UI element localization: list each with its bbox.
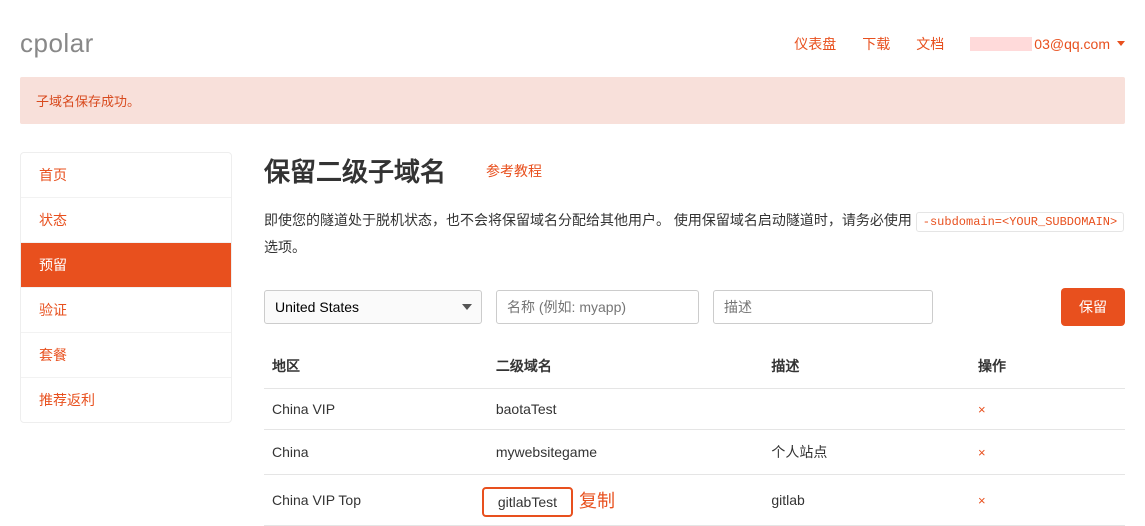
chevron-down-icon: [1117, 41, 1125, 46]
nav-docs[interactable]: 文档: [916, 34, 944, 54]
sidebar: 首页状态预留验证套餐推荐返利: [20, 152, 232, 423]
alert-success: 子域名保存成功。: [20, 77, 1125, 124]
subdomain-table: 地区 二级域名 描述 操作 China VIPbaotaTest×Chinamy…: [264, 344, 1125, 526]
nav-dashboard[interactable]: 仪表盘: [794, 34, 836, 54]
sidebar-item-2[interactable]: 预留: [21, 243, 231, 288]
th-action: 操作: [970, 344, 1125, 389]
description: 即使您的隧道处于脱机状态，也不会将保留域名分配给其他用户。 使用保留域名启动隧道…: [264, 207, 1125, 260]
save-button[interactable]: 保留: [1061, 288, 1125, 326]
code-chip: -subdomain=<YOUR_SUBDOMAIN>: [916, 212, 1124, 232]
sidebar-item-1[interactable]: 状态: [21, 198, 231, 243]
desc-text-after: 选项。: [264, 239, 306, 255]
cell-action: ×: [970, 475, 1125, 526]
cell-subdomain: gitlabTest复制: [488, 475, 764, 526]
help-link[interactable]: 参考教程: [486, 161, 542, 181]
delete-button[interactable]: ×: [978, 445, 986, 460]
brand-logo: cpolar: [20, 28, 94, 59]
highlight-box: gitlabTest: [482, 487, 573, 517]
region-select[interactable]: United States: [264, 290, 482, 324]
cell-action: ×: [970, 389, 1125, 430]
page-title: 保留二级子域名: [264, 152, 446, 189]
email-redacted: [970, 37, 1032, 51]
cell-desc: gitlab: [763, 475, 970, 526]
sidebar-item-0[interactable]: 首页: [21, 153, 231, 198]
sidebar-item-5[interactable]: 推荐返利: [21, 378, 231, 422]
nav-download[interactable]: 下载: [862, 34, 890, 54]
th-region: 地区: [264, 344, 488, 389]
top-nav: 仪表盘 下载 文档 03@qq.com: [794, 34, 1125, 54]
name-input[interactable]: [496, 290, 699, 324]
table-row: Chinamywebsitegame个人站点 ×: [264, 430, 1125, 475]
reserve-form: United States 保留: [264, 288, 1125, 326]
cell-subdomain: mywebsitegame: [488, 430, 764, 475]
main-content: 保留二级子域名 参考教程 即使您的隧道处于脱机状态，也不会将保留域名分配给其他用…: [264, 152, 1125, 526]
delete-button[interactable]: ×: [978, 493, 986, 508]
table-row: China VIP TopgitlabTest复制gitlab×: [264, 475, 1125, 526]
cell-desc: [763, 389, 970, 430]
th-subdomain: 二级域名: [488, 344, 764, 389]
cell-region: China: [264, 430, 488, 475]
topbar: cpolar 仪表盘 下载 文档 03@qq.com: [20, 0, 1125, 77]
sidebar-item-3[interactable]: 验证: [21, 288, 231, 333]
cell-subdomain: baotaTest: [488, 389, 764, 430]
sidebar-item-4[interactable]: 套餐: [21, 333, 231, 378]
desc-input[interactable]: [713, 290, 933, 324]
cell-action: ×: [970, 430, 1125, 475]
cell-region: China VIP: [264, 389, 488, 430]
delete-button[interactable]: ×: [978, 402, 986, 417]
table-row: China VIPbaotaTest ×: [264, 389, 1125, 430]
desc-text-before: 即使您的隧道处于脱机状态，也不会将保留域名分配给其他用户。 使用保留域名启动隧道…: [264, 212, 912, 228]
cell-region: China VIP Top: [264, 475, 488, 526]
email-suffix: 03@qq.com: [1034, 36, 1110, 52]
user-menu[interactable]: 03@qq.com: [970, 36, 1125, 52]
th-desc: 描述: [763, 344, 970, 389]
copy-annotation: 复制: [579, 487, 615, 513]
cell-desc: 个人站点: [763, 430, 970, 475]
